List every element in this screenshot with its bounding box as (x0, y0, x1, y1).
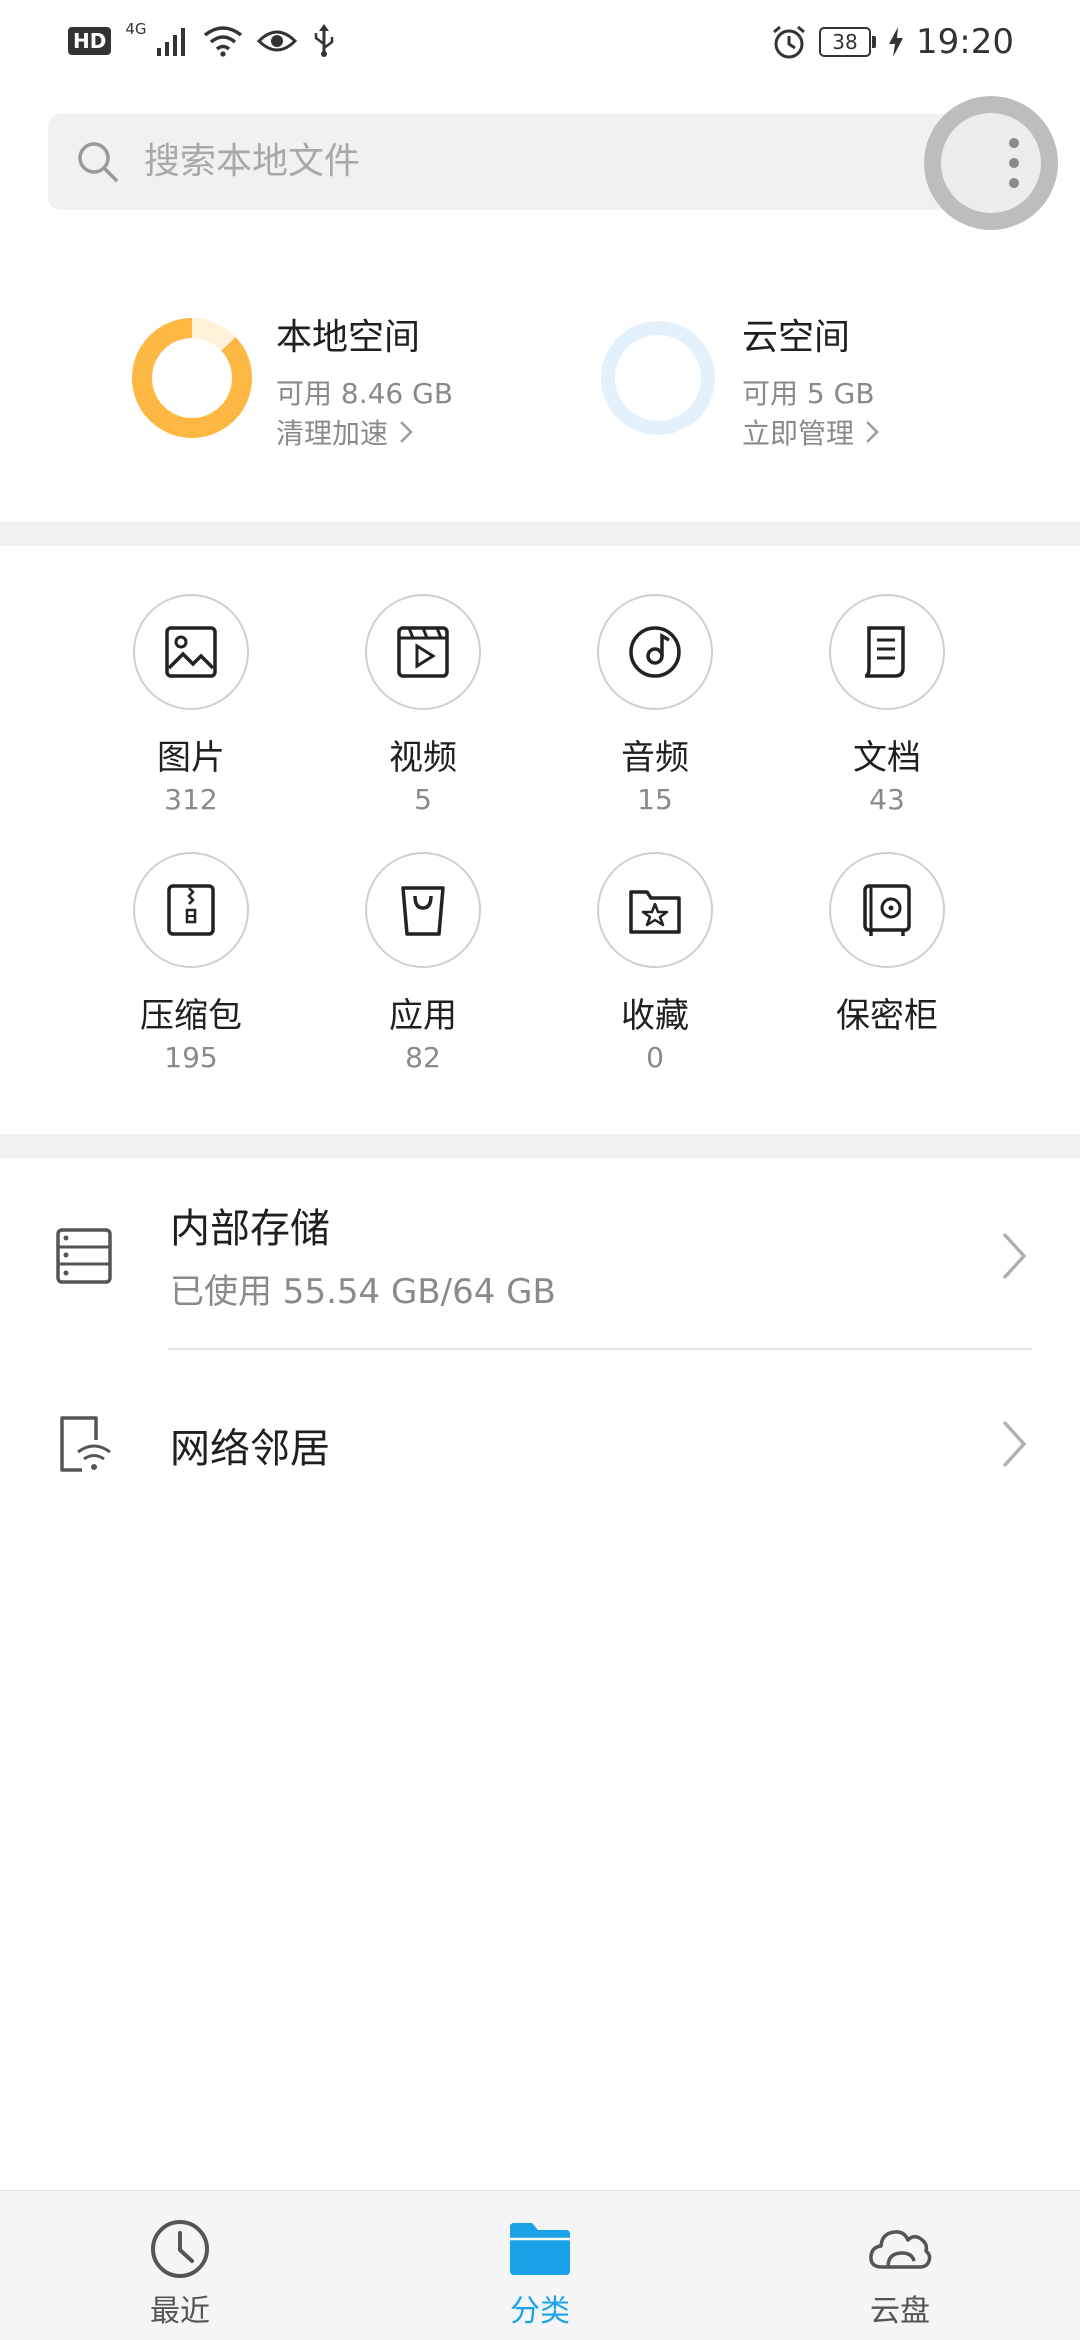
cloud-storage-title: 云空间 (742, 317, 851, 358)
local-storage-available: 可用 8.46 GB (276, 377, 454, 410)
wifi-icon (203, 26, 242, 57)
category-safe[interactable]: 保密柜 (787, 852, 987, 1042)
category-favorites[interactable]: 收藏 0 (555, 852, 755, 1074)
network-type-label: 4G (125, 20, 147, 38)
internal-storage-row[interactable]: 内部存储 已使用 55.54 GB/64 GB (0, 1160, 1080, 1350)
category-icon-circle (133, 594, 249, 710)
category-icon-circle (597, 594, 713, 710)
category-label: 视频 (389, 738, 457, 778)
network-device-icon (60, 1416, 111, 1472)
usb-icon (314, 24, 333, 57)
category-documents[interactable]: 文档 43 (787, 594, 987, 816)
category-count: 5 (414, 783, 432, 816)
search-bar[interactable]: 搜索本地文件 (48, 114, 988, 210)
status-right: 38 19:20 (771, 22, 1014, 62)
category-icon-circle (365, 852, 481, 968)
manage-now-link[interactable]: 立即管理 (742, 412, 880, 452)
nav-label: 分类 (510, 2294, 570, 2329)
chevron-right-icon (1002, 1232, 1027, 1280)
internal-storage-title: 内部存储 (170, 1206, 330, 1252)
nav-label: 最近 (150, 2294, 210, 2329)
nav-categories[interactable]: 分类 (440, 2191, 640, 2340)
nav-label: 云盘 (870, 2294, 930, 2329)
local-storage-ring (132, 318, 252, 438)
file-manager-screen: HD 4G 38 19:20 搜索本地文件 本地空间 可用 8.46 GB 清理… (0, 0, 1080, 2340)
bottom-navigation: 最近 分类 云盘 (0, 2190, 1080, 2340)
category-count: 312 (164, 783, 218, 816)
category-label: 应用 (389, 996, 457, 1036)
image-icon (165, 626, 217, 678)
eye-comfort-icon (256, 30, 297, 52)
cloud-storage-card[interactable]: 云空间 可用 5 GB 立即管理 (596, 300, 996, 460)
section-divider (0, 522, 1080, 546)
category-icon-circle (133, 852, 249, 968)
category-label: 收藏 (621, 996, 689, 1036)
category-count: 15 (637, 783, 673, 816)
chevron-right-icon (1002, 1420, 1027, 1468)
battery-indicator: 38 (819, 27, 877, 57)
clean-speedup-link[interactable]: 清理加速 (276, 412, 414, 452)
favorites-icon (629, 890, 681, 934)
hd-badge: HD (68, 27, 112, 55)
more-vert-icon (941, 113, 1041, 213)
category-icon-circle (597, 852, 713, 968)
more-options-button[interactable] (924, 96, 1058, 230)
signal-icon (156, 28, 185, 56)
chevron-right-icon (400, 421, 413, 443)
chevron-right-icon (866, 421, 879, 443)
category-images[interactable]: 图片 312 (91, 594, 291, 816)
category-icon-circle (829, 852, 945, 968)
audio-icon (629, 626, 681, 678)
category-apps[interactable]: 应用 82 (323, 852, 523, 1074)
charging-icon (889, 27, 904, 57)
manage-now-label: 立即管理 (742, 417, 855, 450)
category-archives[interactable]: 压缩包 195 (91, 852, 291, 1074)
category-icon-circle (365, 594, 481, 710)
folder-icon (510, 2223, 570, 2275)
battery-level: 38 (819, 27, 872, 57)
search-placeholder: 搜索本地文件 (144, 141, 361, 182)
safe-icon (863, 884, 911, 936)
network-neighborhood-title: 网络邻居 (170, 1426, 330, 1472)
category-count: 195 (164, 1041, 218, 1074)
clean-speedup-label: 清理加速 (276, 417, 389, 450)
section-divider (0, 1134, 1080, 1158)
category-count: 0 (646, 1041, 664, 1074)
alarm-icon (773, 25, 805, 59)
local-storage-title: 本地空间 (276, 317, 421, 358)
app-bag-icon (401, 886, 445, 936)
status-bar: HD 4G 38 19:20 (0, 0, 1080, 92)
category-label: 文档 (853, 738, 921, 778)
category-count: 43 (869, 783, 905, 816)
category-label: 音频 (621, 738, 689, 778)
clock-time: 19:20 (916, 22, 1014, 62)
battery-tip (872, 36, 877, 48)
cloud-storage-ring (601, 321, 715, 435)
category-count: 82 (405, 1041, 441, 1074)
category-audio[interactable]: 音频 15 (555, 594, 755, 816)
category-label: 压缩包 (140, 996, 242, 1036)
local-storage-card[interactable]: 本地空间 可用 8.46 GB 清理加速 (130, 300, 530, 460)
internal-storage-usage: 已使用 55.54 GB/64 GB (170, 1272, 556, 1312)
status-left: HD 4G (68, 20, 337, 58)
document-icon (864, 626, 905, 678)
category-icon-circle (829, 594, 945, 710)
nav-recent[interactable]: 最近 (80, 2191, 280, 2340)
cloud-storage-available: 可用 5 GB (742, 377, 875, 410)
search-icon (78, 142, 118, 182)
nav-cloud[interactable]: 云盘 (800, 2191, 1000, 2340)
clock-icon (151, 2220, 209, 2278)
video-icon (397, 626, 449, 678)
network-neighborhood-row[interactable]: 网络邻居 (0, 1350, 1080, 1540)
category-label: 图片 (157, 738, 225, 778)
category-label: 保密柜 (836, 996, 938, 1036)
storage-drive-icon (56, 1228, 112, 1284)
cloud-icon (869, 2230, 932, 2269)
category-videos[interactable]: 视频 5 (323, 594, 523, 816)
archive-icon (167, 884, 215, 936)
